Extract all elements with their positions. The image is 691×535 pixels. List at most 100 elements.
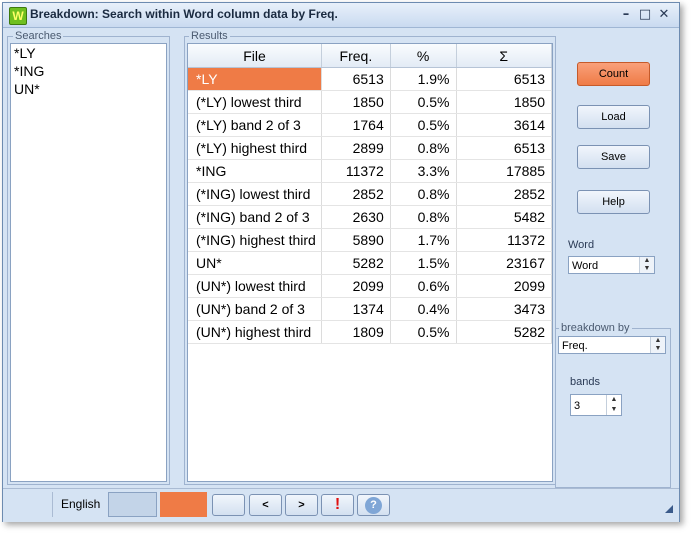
search-item[interactable]: UN* [11,80,166,98]
previous-button[interactable]: < [249,494,282,516]
percent-cell[interactable]: 0.5% [390,90,457,114]
file-cell[interactable]: *LY [188,67,322,91]
percent-cell[interactable]: 0.4% [390,297,457,321]
breakdown-legend: breakdown by [559,322,632,334]
freq-cell[interactable]: 1809 [321,320,391,344]
save-button[interactable]: Save [577,145,650,169]
file-cell[interactable]: (UN*) band 2 of 3 [188,297,322,321]
percent-cell[interactable]: 0.6% [390,274,457,298]
freq-cell[interactable]: 1374 [321,297,391,321]
bands-label: bands [570,376,600,388]
sum-cell[interactable]: 2852 [456,182,552,206]
file-cell[interactable]: (UN*) highest third [188,320,322,344]
column-header-freq[interactable]: Freq. [321,44,391,68]
question-icon: ? [365,497,382,514]
freq-cell[interactable]: 2099 [321,274,391,298]
table-row[interactable]: (UN*) highest third 1809 0.5% 5282 [188,320,552,344]
file-cell[interactable]: (*ING) highest third [188,228,322,252]
load-button[interactable]: Load [577,105,650,129]
table-row[interactable]: (*LY) band 2 of 3 1764 0.5% 3614 [188,113,552,137]
search-item[interactable]: *ING [11,62,166,80]
percent-cell[interactable]: 3.3% [390,159,457,183]
stepper-arrows-icon[interactable]: ▲ ▼ [606,395,621,415]
file-cell[interactable]: (*LY) lowest third [188,90,322,114]
table-row[interactable]: (*LY) lowest third 1850 0.5% 1850 [188,90,552,114]
table-row[interactable]: (*LY) highest third 2899 0.8% 6513 [188,136,552,160]
bands-value: 3 [574,400,581,412]
search-item[interactable]: *LY [11,44,166,62]
freq-cell[interactable]: 5282 [321,251,391,275]
sum-cell[interactable]: 6513 [456,67,552,91]
spin-arrows-icon[interactable]: ▲ ▼ [639,257,654,273]
resize-grip-icon[interactable] [665,505,673,513]
window-title: Breakdown: Search within Word column dat… [30,7,338,21]
freq-cell[interactable]: 11372 [321,159,391,183]
file-cell[interactable]: (*LY) highest third [188,136,322,160]
freq-cell[interactable]: 1764 [321,113,391,137]
freq-cell[interactable]: 2630 [321,205,391,229]
status-swatch-blue [108,492,157,517]
title-bar[interactable]: W Breakdown: Search within Word column d… [3,3,679,28]
bands-stepper[interactable]: 3 ▲ ▼ [570,394,622,416]
table-row[interactable]: *ING 11372 3.3% 17885 [188,159,552,183]
word-combo[interactable]: Word ▲ ▼ [568,256,655,274]
sum-cell[interactable]: 3473 [456,297,552,321]
sum-cell[interactable]: 3614 [456,113,552,137]
percent-cell[interactable]: 1.7% [390,228,457,252]
table-row[interactable]: UN* 5282 1.5% 23167 [188,251,552,275]
maximize-icon[interactable]: □ [637,7,653,23]
alert-icon[interactable]: ! [321,494,354,516]
table-row[interactable]: *LY 6513 1.9% 6513 [188,67,552,91]
column-header-sum[interactable]: Σ [456,44,552,68]
blank-button[interactable] [212,494,245,516]
searches-legend: Searches [13,30,64,42]
sum-cell[interactable]: 1850 [456,90,552,114]
breakdown-window: W Breakdown: Search within Word column d… [2,2,680,522]
next-button[interactable]: > [285,494,318,516]
breakdown-combo[interactable]: Freq. ▲ ▼ [558,336,666,354]
percent-cell[interactable]: 1.9% [390,67,457,91]
minimize-icon[interactable]: – [618,7,634,23]
status-swatch-orange [160,492,207,517]
freq-cell[interactable]: 6513 [321,67,391,91]
freq-cell[interactable]: 2899 [321,136,391,160]
percent-cell[interactable]: 0.8% [390,136,457,160]
file-cell[interactable]: UN* [188,251,322,275]
sum-cell[interactable]: 5482 [456,205,552,229]
freq-cell[interactable]: 1850 [321,90,391,114]
freq-cell[interactable]: 5890 [321,228,391,252]
results-legend: Results [189,30,230,42]
sum-cell[interactable]: 23167 [456,251,552,275]
freq-cell[interactable]: 2852 [321,182,391,206]
file-cell[interactable]: (*ING) lowest third [188,182,322,206]
column-header-file[interactable]: File [188,44,322,68]
table-row[interactable]: (*ING) lowest third 2852 0.8% 2852 [188,182,552,206]
file-cell[interactable]: (*LY) band 2 of 3 [188,113,322,137]
count-button[interactable]: Count [577,62,650,86]
sum-cell[interactable]: 11372 [456,228,552,252]
percent-cell[interactable]: 1.5% [390,251,457,275]
table-row[interactable]: (*ING) highest third 5890 1.7% 11372 [188,228,552,252]
searches-list[interactable]: *LY *ING UN* [10,43,167,482]
sum-cell[interactable]: 5282 [456,320,552,344]
percent-cell[interactable]: 0.5% [390,320,457,344]
file-cell[interactable]: (*ING) band 2 of 3 [188,205,322,229]
spin-arrows-icon[interactable]: ▲ ▼ [650,337,665,353]
percent-cell[interactable]: 0.8% [390,182,457,206]
sum-cell[interactable]: 6513 [456,136,552,160]
help-circle-button[interactable]: ? [357,494,390,516]
sum-cell[interactable]: 17885 [456,159,552,183]
file-cell[interactable]: (UN*) lowest third [188,274,322,298]
results-grid[interactable]: File Freq. % Σ *LY 6513 1.9% 6513 (*LY) lowe… [187,43,553,482]
table-row[interactable]: (*ING) band 2 of 3 2630 0.8% 5482 [188,205,552,229]
table-row[interactable]: (UN*) lowest third 2099 0.6% 2099 [188,274,552,298]
status-bar: English < > ! ? [3,488,679,522]
sum-cell[interactable]: 2099 [456,274,552,298]
file-cell[interactable]: *ING [188,159,322,183]
percent-cell[interactable]: 0.5% [390,113,457,137]
column-header-percent[interactable]: % [390,44,457,68]
help-button[interactable]: Help [577,190,650,214]
close-icon[interactable]: ✕ [656,7,672,23]
table-row[interactable]: (UN*) band 2 of 3 1374 0.4% 3473 [188,297,552,321]
percent-cell[interactable]: 0.8% [390,205,457,229]
